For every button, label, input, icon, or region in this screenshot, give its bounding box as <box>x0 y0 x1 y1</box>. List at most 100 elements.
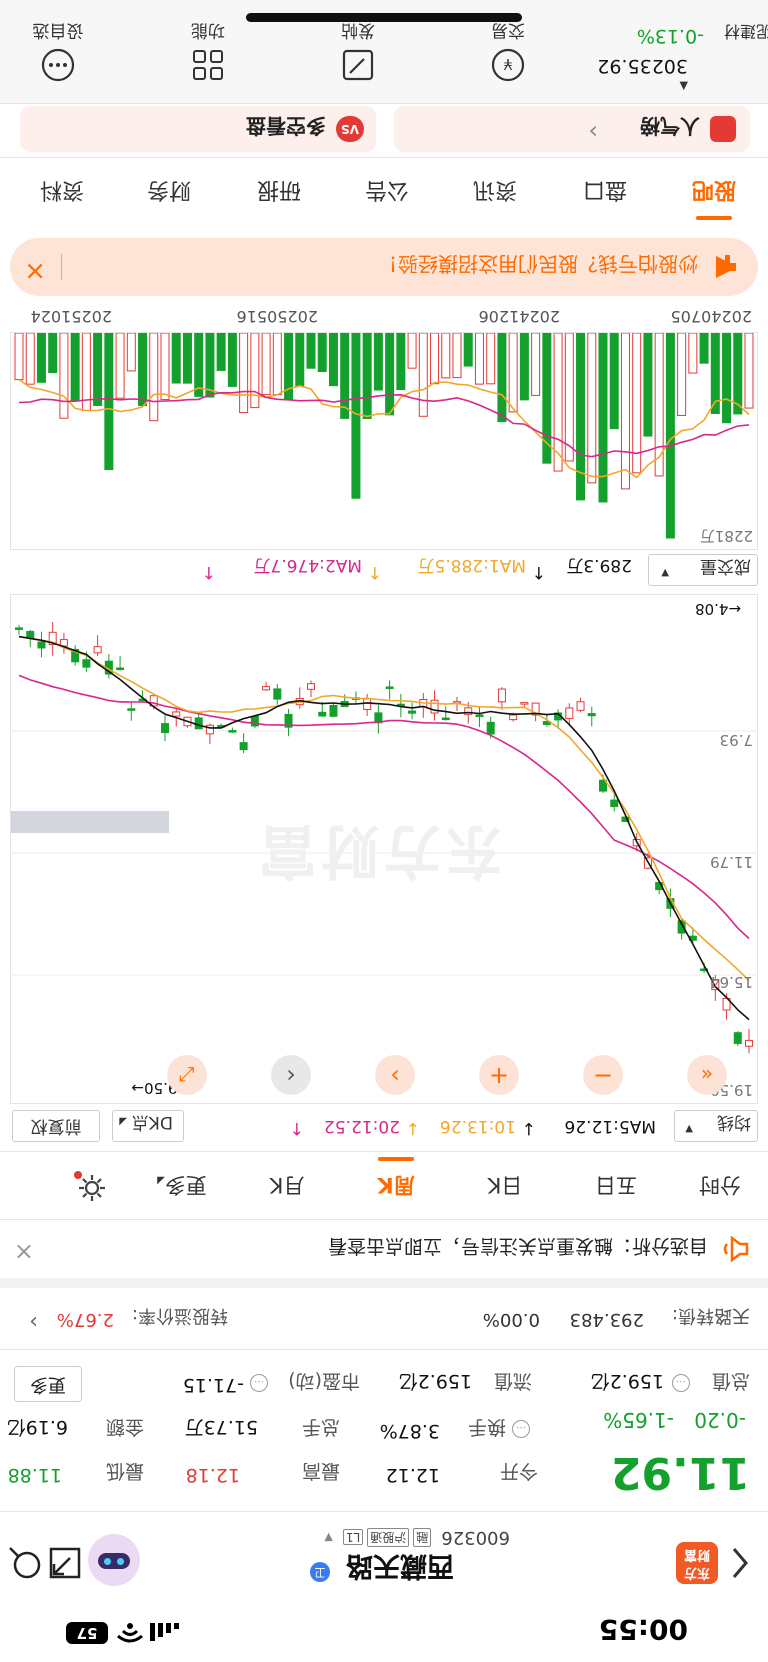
tab-month-k[interactable]: 月K <box>232 1171 342 1201</box>
volume-chart[interactable]: 2281万 <box>10 332 758 550</box>
volume-bar <box>59 333 69 419</box>
close-icon[interactable]: × <box>24 256 46 286</box>
tab-week-k[interactable]: 周K <box>342 1157 450 1201</box>
indicator-select[interactable]: 均线 ▼ <box>674 1110 758 1142</box>
tab-news[interactable]: 资讯 <box>440 176 550 208</box>
notice-text: 自选分析：触发重点关注信号，立即点击查看 <box>327 1235 708 1257</box>
date-label: 20240705 <box>670 307 752 326</box>
volume-bar <box>418 333 428 417</box>
tab-pankou[interactable]: 盘口 <box>550 176 660 208</box>
tab-label: 日K <box>487 1173 523 1197</box>
tab-reports[interactable]: 研报 <box>224 176 334 208</box>
tab-fenshi[interactable]: 分时 <box>672 1171 768 1201</box>
tab-announcements[interactable]: 公告 <box>334 176 440 208</box>
tab-wuri[interactable]: 五日 <box>560 1171 672 1201</box>
corner-triangle-icon: ◢ <box>119 1116 127 1127</box>
popularity-card[interactable]: 人气榜 › <box>394 106 750 152</box>
volume-bar <box>620 333 630 490</box>
volume-bar <box>194 333 204 397</box>
share-icon[interactable] <box>48 1546 82 1580</box>
min-price-marker: ←4.08 <box>695 600 741 618</box>
stock-header: 东方 财富 西藏天路 卫 600326 融 沪股通 L1 ▼ <box>0 1516 768 1602</box>
eastmoney-logo[interactable]: 东方 财富 <box>676 1542 718 1584</box>
indicator-label: 均线 <box>717 1112 751 1132</box>
scroll-left-button[interactable]: ‹ <box>271 1055 311 1095</box>
zoom-out-button[interactable]: − <box>583 1055 623 1095</box>
info-circle-icon[interactable]: … <box>250 1374 268 1392</box>
robot-assistant-icon[interactable] <box>88 1534 140 1586</box>
vs-icon: VS <box>336 116 364 142</box>
long-short-card[interactable]: VS 多空看盘 <box>20 106 376 152</box>
volume-bar <box>48 333 58 374</box>
speaker-icon <box>720 1236 750 1262</box>
volume-bar <box>340 333 350 419</box>
volume-bar <box>609 333 619 430</box>
low-value: 11.88 <box>7 1464 62 1486</box>
period-tabs: 分时 五日 日K 周K 月K 更多◢ <box>0 1152 768 1220</box>
settings-gear-icon[interactable] <box>52 1169 132 1203</box>
premium-value: 2.67% <box>56 1309 114 1330</box>
expand-button[interactable]: ⤢ <box>167 1055 207 1095</box>
index-ticker[interactable]: ▲ 30235.92 水泥建材 -0.13% <box>597 0 768 103</box>
volume-indicator-select[interactable]: 成交量 ▼ <box>648 554 758 586</box>
volume-bar <box>306 333 316 369</box>
candle <box>497 687 506 710</box>
up-arrow: ↑ <box>201 562 216 582</box>
wifi-icon <box>116 1622 144 1644</box>
tab-day-k[interactable]: 日K <box>450 1171 560 1201</box>
candle <box>284 708 293 737</box>
volume-bar <box>519 333 529 401</box>
pe-value: -71.15 <box>182 1374 244 1396</box>
tab-label: 五日 <box>595 1173 637 1197</box>
y-label-2: 15.64 <box>710 973 753 991</box>
info-tabs: 股吧 盘口 资讯 公告 研报 财务 资料 <box>0 162 768 222</box>
min-price-label: 4.08 <box>695 600 729 618</box>
info-circle-icon[interactable]: … <box>672 1374 690 1392</box>
volume-bar <box>463 333 473 367</box>
volume-bar <box>36 333 46 383</box>
volume-current: 289.3万 <box>566 555 632 575</box>
tab-finance[interactable]: 财务 <box>114 176 224 208</box>
tab-profile[interactable]: 资料 <box>10 176 114 208</box>
volume-bar <box>396 333 406 390</box>
high-value: 12.18 <box>185 1464 240 1486</box>
dk-point-toggle[interactable]: DK点 ◢ <box>112 1110 184 1142</box>
down-arrow: ↓ <box>405 1118 420 1138</box>
tab-more[interactable]: 更多◢ <box>132 1171 232 1201</box>
analysis-notice[interactable]: 自选分析：触发重点关注信号，立即点击查看 × <box>0 1220 768 1278</box>
volume-legend-row: 成交量 ▼ 289.3万 ↑ MA1:288.5万 ↑ MA2:476.7万 ↑ <box>0 550 768 590</box>
tab-guba[interactable]: 股吧 <box>660 176 768 220</box>
float-value: 159.2亿 <box>398 1370 472 1392</box>
popularity-label: 人气榜 <box>640 114 700 138</box>
long-short-label: 多空看盘 <box>246 114 326 138</box>
tab-label: 公告 <box>365 177 410 202</box>
ma-legend-row: 均线 ▼ MA5:12.26 ↓ 10:13.26 ↓ 20:12.52 ↑ D… <box>0 1106 768 1148</box>
candle <box>430 690 439 721</box>
collapse-button[interactable]: « <box>687 1055 727 1095</box>
adjust-toggle[interactable]: 前复权 <box>12 1110 100 1142</box>
scroll-right-button[interactable]: › <box>375 1055 415 1095</box>
date-label: 20241206 <box>478 307 560 326</box>
candle <box>161 715 169 742</box>
zoom-in-button[interactable]: + <box>479 1055 519 1095</box>
back-icon[interactable] <box>730 1546 750 1580</box>
ad-banner[interactable]: 炒股怕亏钱？股民们用这招摸经验！ × <box>10 238 758 296</box>
info-circle-icon[interactable]: … <box>512 1420 530 1438</box>
volume-title: 成交量 <box>700 556 751 576</box>
chevron-down-icon[interactable]: ▼ <box>324 1531 332 1544</box>
close-icon[interactable]: × <box>14 1238 34 1266</box>
candle <box>295 687 304 709</box>
candle <box>408 702 417 720</box>
add-watchlist-button[interactable]: 设自选 <box>18 5 98 95</box>
search-icon[interactable] <box>8 1546 42 1580</box>
kline-chart[interactable]: 东方财富 19.50 15.64 11.79 7.93 19.50→ ←4.08… <box>10 594 758 1104</box>
candle <box>733 1031 742 1046</box>
volume-bar <box>149 333 159 422</box>
more-quote-button[interactable]: 更多 <box>14 1366 82 1402</box>
convertible-bond-row[interactable]: 天路转债: 293.483 0.00% 转股溢价率: 2.67% › <box>0 1288 768 1350</box>
functions-button[interactable]: 功能 <box>168 5 248 95</box>
chevron-right-icon[interactable]: › <box>29 1309 38 1334</box>
stock-tags: 600326 融 沪股通 L1 ▼ <box>324 1527 510 1548</box>
turnover-value: 3.87% <box>379 1420 440 1442</box>
functions-label: 功能 <box>191 20 225 40</box>
